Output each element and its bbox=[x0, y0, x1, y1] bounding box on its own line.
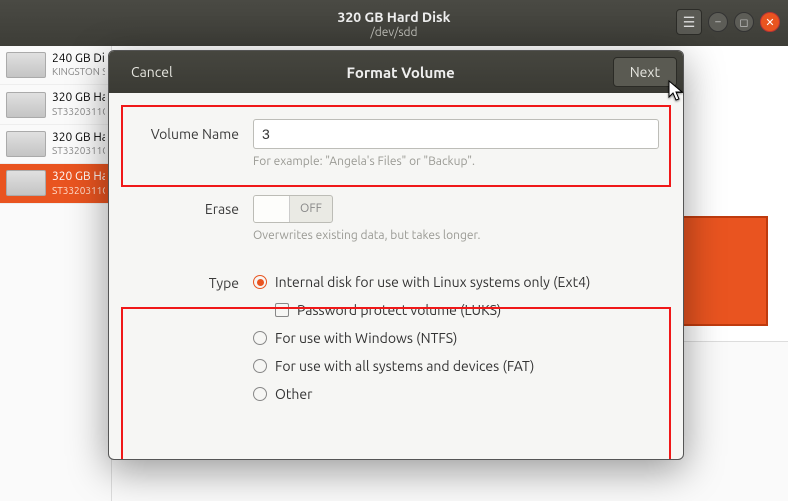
maximize-button[interactable]: ◻ bbox=[734, 12, 754, 32]
disk-sidebar: 240 GB Disk KINGSTON S 320 GB Ha ST33203… bbox=[0, 46, 112, 501]
titlebar: 320 GB Hard Disk /dev/sdd ☰ – ◻ ✕ bbox=[0, 0, 788, 46]
next-button[interactable]: Next bbox=[613, 57, 677, 87]
disk-item-2[interactable]: 320 GB Ha ST3320311C bbox=[0, 125, 111, 164]
format-volume-dialog: Cancel Format Volume Next Volume Name Fo… bbox=[108, 50, 684, 460]
disk-icon bbox=[6, 52, 46, 78]
volume-name-input[interactable] bbox=[253, 119, 659, 149]
option-label: For use with Windows (NTFS) bbox=[275, 324, 457, 352]
volume-name-label: Volume Name bbox=[133, 119, 253, 149]
disk-model: KINGSTON S bbox=[52, 66, 105, 78]
option-label: Other bbox=[275, 380, 312, 408]
disk-item-3[interactable]: 320 GB Ha ST3320311C bbox=[0, 164, 111, 203]
disk-name: 320 GB Ha bbox=[52, 170, 105, 184]
window-title: 320 GB Hard Disk bbox=[0, 9, 788, 26]
cancel-button[interactable]: Cancel bbox=[115, 58, 189, 86]
dialog-title: Format Volume bbox=[347, 64, 455, 81]
hamburger-icon: ☰ bbox=[683, 14, 696, 31]
disk-item-1[interactable]: 320 GB Ha ST3320311C bbox=[0, 85, 111, 124]
type-option-fat[interactable]: For use with all systems and devices (FA… bbox=[253, 352, 659, 380]
disk-name: 240 GB Disk bbox=[52, 52, 105, 66]
minimize-icon: – bbox=[715, 16, 720, 28]
toggle-state: OFF bbox=[290, 196, 332, 222]
type-label: Type bbox=[133, 268, 253, 298]
disk-name: 320 GB Ha bbox=[52, 91, 105, 105]
type-option-ntfs[interactable]: For use with Windows (NTFS) bbox=[253, 324, 659, 352]
erase-hint: Overwrites existing data, but takes long… bbox=[253, 229, 659, 242]
disk-model: ST3320311C bbox=[52, 106, 105, 118]
window-subtitle: /dev/sdd bbox=[0, 26, 788, 40]
radio-icon bbox=[253, 387, 267, 401]
disk-item-0[interactable]: 240 GB Disk KINGSTON S bbox=[0, 46, 111, 85]
disks-window: 320 GB Hard Disk /dev/sdd ☰ – ◻ ✕ 240 GB… bbox=[0, 0, 788, 501]
disk-icon bbox=[6, 131, 46, 157]
disk-icon bbox=[6, 170, 46, 196]
disk-name: 320 GB Ha bbox=[52, 131, 105, 145]
checkbox-icon bbox=[275, 303, 289, 317]
dialog-header: Cancel Format Volume Next bbox=[109, 51, 683, 93]
close-button[interactable]: ✕ bbox=[760, 12, 780, 32]
menu-button[interactable]: ☰ bbox=[676, 9, 702, 35]
radio-icon bbox=[253, 275, 267, 289]
erase-toggle[interactable]: OFF bbox=[253, 195, 333, 223]
radio-icon bbox=[253, 359, 267, 373]
volume-name-hint: For example: "Angela's Files" or "Backup… bbox=[253, 155, 659, 168]
type-option-other[interactable]: Other bbox=[253, 380, 659, 408]
radio-icon bbox=[253, 331, 267, 345]
minimize-button[interactable]: – bbox=[708, 12, 728, 32]
close-icon: ✕ bbox=[765, 16, 774, 29]
maximize-icon: ◻ bbox=[739, 16, 748, 29]
option-label: Password protect volume (LUKS) bbox=[297, 296, 501, 324]
disk-model: ST3320311C bbox=[52, 185, 105, 197]
option-label: For use with all systems and devices (FA… bbox=[275, 352, 534, 380]
type-option-ext4[interactable]: Internal disk for use with Linux systems… bbox=[253, 268, 659, 296]
option-label: Internal disk for use with Linux systems… bbox=[275, 268, 590, 296]
toggle-knob bbox=[254, 196, 290, 222]
disk-model: ST3320311C bbox=[52, 145, 105, 157]
erase-label: Erase bbox=[133, 194, 253, 224]
disk-icon bbox=[6, 92, 46, 118]
type-option-luks[interactable]: Password protect volume (LUKS) bbox=[275, 296, 659, 324]
